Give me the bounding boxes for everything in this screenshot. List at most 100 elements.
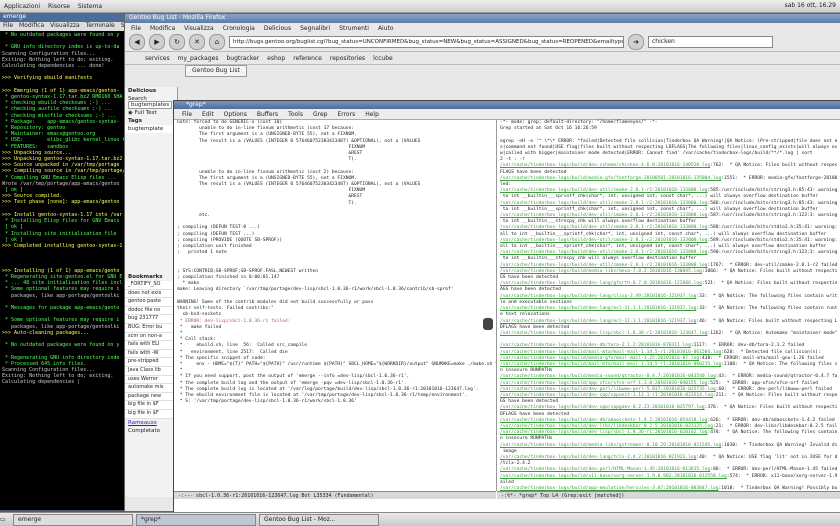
grep-match-link[interactable]: /var/cache/tinderbox-logs/build/dev-cpp/… [500, 405, 705, 410]
forward-button[interactable]: ▶ [149, 34, 165, 50]
ff-menu-cronologia[interactable]: Cronologia [223, 25, 255, 32]
grep-match-link[interactable]: /var/cache/tinderbox-logs/build/mail-mta… [500, 362, 721, 367]
url-bar[interactable]: http://bugs.gentoo.org/buglist.cgi?bug_s… [229, 36, 624, 48]
task-emerge[interactable]: emerge [13, 513, 133, 526]
grep-results-pane[interactable]: -*- mode: grep; default-directory: "/hom… [497, 119, 837, 491]
grep-menu-grep[interactable]: Grep [313, 111, 327, 118]
grep-match-link[interactable]: /var/cache/tinderbox-logs/build/dev-util… [500, 201, 707, 206]
ff-menu-file[interactable]: File [131, 25, 141, 32]
search-input[interactable]: chicken [648, 36, 773, 48]
task-grep[interactable]: *grep* [136, 513, 256, 526]
bookmark-my-packages[interactable]: my_packages [178, 55, 219, 62]
sidebar-bookmark-item[interactable]: fails with -W [125, 350, 177, 359]
grep-menu-errors[interactable]: Errors [337, 111, 355, 118]
grep-match-link[interactable]: /var/cache/tinderbox-logs/build/dev-lang… [500, 455, 696, 460]
menu-applicazioni[interactable]: Applicazioni [4, 3, 40, 10]
sidebar-bookmark-item[interactable]: dodoc file no [125, 307, 177, 316]
ff-menu-aiuto[interactable]: Aiuto [378, 25, 394, 32]
sidebar-bookmark-item[interactable]: bug 231777 [125, 315, 177, 324]
bookmark-lccube[interactable]: lccube [373, 55, 393, 62]
grep-match-link[interactable]: /var/cache/tinderbox-logs/build/x11-base… [500, 474, 727, 479]
grep-match-link[interactable]: /var/cache/tinderbox-logs/build/dev-libs… [500, 424, 713, 429]
task-firefox[interactable]: Gentoo Bug List - Moz... [259, 513, 379, 526]
grep-match-link[interactable]: /var/cache/tinderbox-logs/build/dev-lang… [500, 281, 702, 286]
grep-match-link[interactable]: /var/cache/tinderbox-logs/build/dev-sche… [500, 163, 710, 168]
sidebar-bookmark-item[interactable]: Java Class lib [125, 367, 177, 376]
sidebar-tag-item[interactable]: bugtemplate [125, 125, 177, 133]
show-desktop-icon[interactable]: ▭ [0, 516, 10, 523]
terminal-menu-modifica[interactable]: Modifica [19, 22, 44, 31]
grep-match-link[interactable]: /var/cache/tinderbox-logs/build/media-li… [500, 443, 721, 448]
sidebar-bookmark-item[interactable]: uses Werror [125, 376, 177, 385]
grep-menu-help[interactable]: Help [365, 111, 379, 118]
grep-match-link[interactable]: /var/cache/tinderbox-logs/build/dev-cpp/… [500, 393, 713, 398]
ff-menu-visualizza[interactable]: Visualizza [184, 25, 214, 32]
ff-menu-delicious[interactable]: Delicious [264, 25, 291, 32]
ff-menu-segnalibri[interactable]: Segnalibri [300, 25, 330, 32]
back-button[interactable]: ◀ [129, 34, 145, 50]
grep-match-link[interactable]: /var/cache/tinderbox-logs/build/media-li… [500, 269, 702, 274]
stop-button[interactable]: ✕ [189, 34, 205, 50]
terminal-menu-visualizza[interactable]: Visualizza [50, 22, 80, 31]
grep-match-link[interactable]: /var/cache/tinderbox-logs/build/dev-util… [500, 213, 707, 218]
sidebar-bookmark-item[interactable]: does not exis [125, 290, 177, 299]
sidebar-bookmark-item[interactable]: automake mis [125, 384, 177, 393]
sidebar-bookmark-item[interactable]: _FORTIFY_SO [125, 281, 177, 290]
sidebar-rameauxs-link[interactable]: Rameauxs [125, 419, 177, 427]
grep-match-link[interactable]: /var/cache/tinderbox-logs/build/dev-perl… [500, 387, 716, 392]
sidebar-bookmark-item[interactable]: big file in $F [125, 401, 177, 410]
grep-match-link[interactable]: /var/cache/tinderbox-logs/build/dev-db/t… [500, 343, 691, 348]
bookmark-eshop[interactable]: eshop [267, 55, 285, 62]
grep-match-link[interactable]: /var/cache/tinderbox-logs/build/media-gf… [500, 176, 721, 181]
grep-match-link[interactable]: /var/cache/tinderbox-logs/build/dev-lisp… [500, 430, 707, 435]
grep-match-link[interactable]: /var/cache/tinderbox-logs/build/dev-util… [500, 263, 707, 268]
sidebar-bookmark-item[interactable]: BUG: Error bu [125, 324, 177, 333]
sidebar-full-text-option[interactable]: ◉ Full Text [125, 109, 177, 117]
grep-match-link[interactable]: /var/cache/tinderbox-logs/build/dev-util… [500, 188, 707, 193]
ff-menu-modifica[interactable]: Modifica [150, 25, 175, 32]
sidebar-bookmark-item[interactable]: fails with ELI [125, 341, 177, 350]
tab-gentoo-bug-list[interactable]: Gentoo Bug List [185, 65, 247, 77]
grep-menu-file[interactable]: File [182, 111, 192, 118]
sidebar-bookmark-item[interactable]: scm on non-a [125, 333, 177, 342]
grep-match-link[interactable]: /var/cache/tinderbox-logs/build/dev-db/a… [500, 418, 707, 423]
ff-menu-strumenti[interactable]: Strumenti [339, 25, 369, 32]
grep-match-link[interactable]: /var/cache/tinderbox-logs/build/dev-lisp… [500, 331, 707, 336]
go-button[interactable]: ➜ [628, 34, 644, 50]
bookmark-bugtracker[interactable]: bugtracker [226, 55, 259, 62]
bookmark-services[interactable]: services [145, 55, 170, 62]
sidebar-bookmark-item[interactable]: pre-stripped [125, 358, 177, 367]
grep-menu-edit[interactable]: Edit [202, 111, 214, 118]
grep-match-link[interactable]: /var/cache/tinderbox-logs/build/dev-lang… [500, 319, 696, 324]
menu-risorse[interactable]: Risorse [48, 3, 70, 10]
grep-match-link[interactable]: /var/cache/tinderbox-logs/build/dev-lang… [500, 294, 696, 299]
sidebar-bookmark-item[interactable]: package new [125, 393, 177, 402]
echo-area[interactable] [174, 499, 840, 511]
grep-menu-options[interactable]: Options [224, 111, 247, 118]
build-log-pane[interactable]: note: forced to do GENERIC-x (cost 10) u… [174, 119, 497, 491]
sidebar-bookmark-item[interactable]: big file in $F [125, 410, 177, 419]
sidebar-search-input[interactable]: bugtemplates [128, 101, 173, 109]
terminal-menu-file[interactable]: File [3, 22, 13, 31]
grep-match-link[interactable]: /var/cache/tinderbox-logs/build/dev-util… [500, 225, 707, 230]
grep-match-link[interactable]: /var/cache/tinderbox-logs/build/dev-util… [500, 238, 707, 243]
terminal-menu-terminale[interactable]: Terminale [86, 22, 115, 31]
panel-clock[interactable]: sab 16 ott, 16.29 [785, 2, 836, 9]
sidebar-bookmark-item[interactable]: gentoo paste [125, 298, 177, 307]
menu-sistema[interactable]: Sistema [78, 3, 102, 10]
grep-match-link[interactable]: /var/cache/tinderbox-logs/build/dev-perl… [500, 467, 710, 472]
bookmark-reference[interactable]: reference [293, 55, 322, 62]
grep-match-link[interactable]: /var/cache/tinderbox-logs/build/dev-util… [500, 250, 707, 255]
grep-match-link[interactable]: /var/cache/tinderbox-logs/build/app-xfce… [500, 381, 707, 386]
grep-match-link[interactable]: /var/cache/tinderbox-logs/build/dev-lang… [500, 306, 696, 311]
reload-button[interactable]: ↻ [169, 34, 185, 50]
grep-match-link[interactable]: /var/cache/tinderbox-logs/build/mail-mta… [500, 350, 721, 355]
log-line: * The specific snippet of code: [179, 355, 266, 361]
grep-menu-tools[interactable]: Tools [288, 111, 303, 118]
grep-menu-buffers[interactable]: Buffers [257, 111, 278, 118]
emerge-terminal[interactable]: emerge File Modifica Visualizza Terminal… [0, 13, 128, 510]
bookmark-repositories[interactable]: repositories [330, 55, 365, 62]
home-button[interactable]: ⌂ [209, 34, 225, 50]
grep-match-link[interactable]: /var/cache/tinderbox-logs/build/media-gf… [500, 356, 699, 361]
grep-match-link[interactable]: /var/cache/tinderbox-logs/build/media-so… [500, 374, 716, 379]
